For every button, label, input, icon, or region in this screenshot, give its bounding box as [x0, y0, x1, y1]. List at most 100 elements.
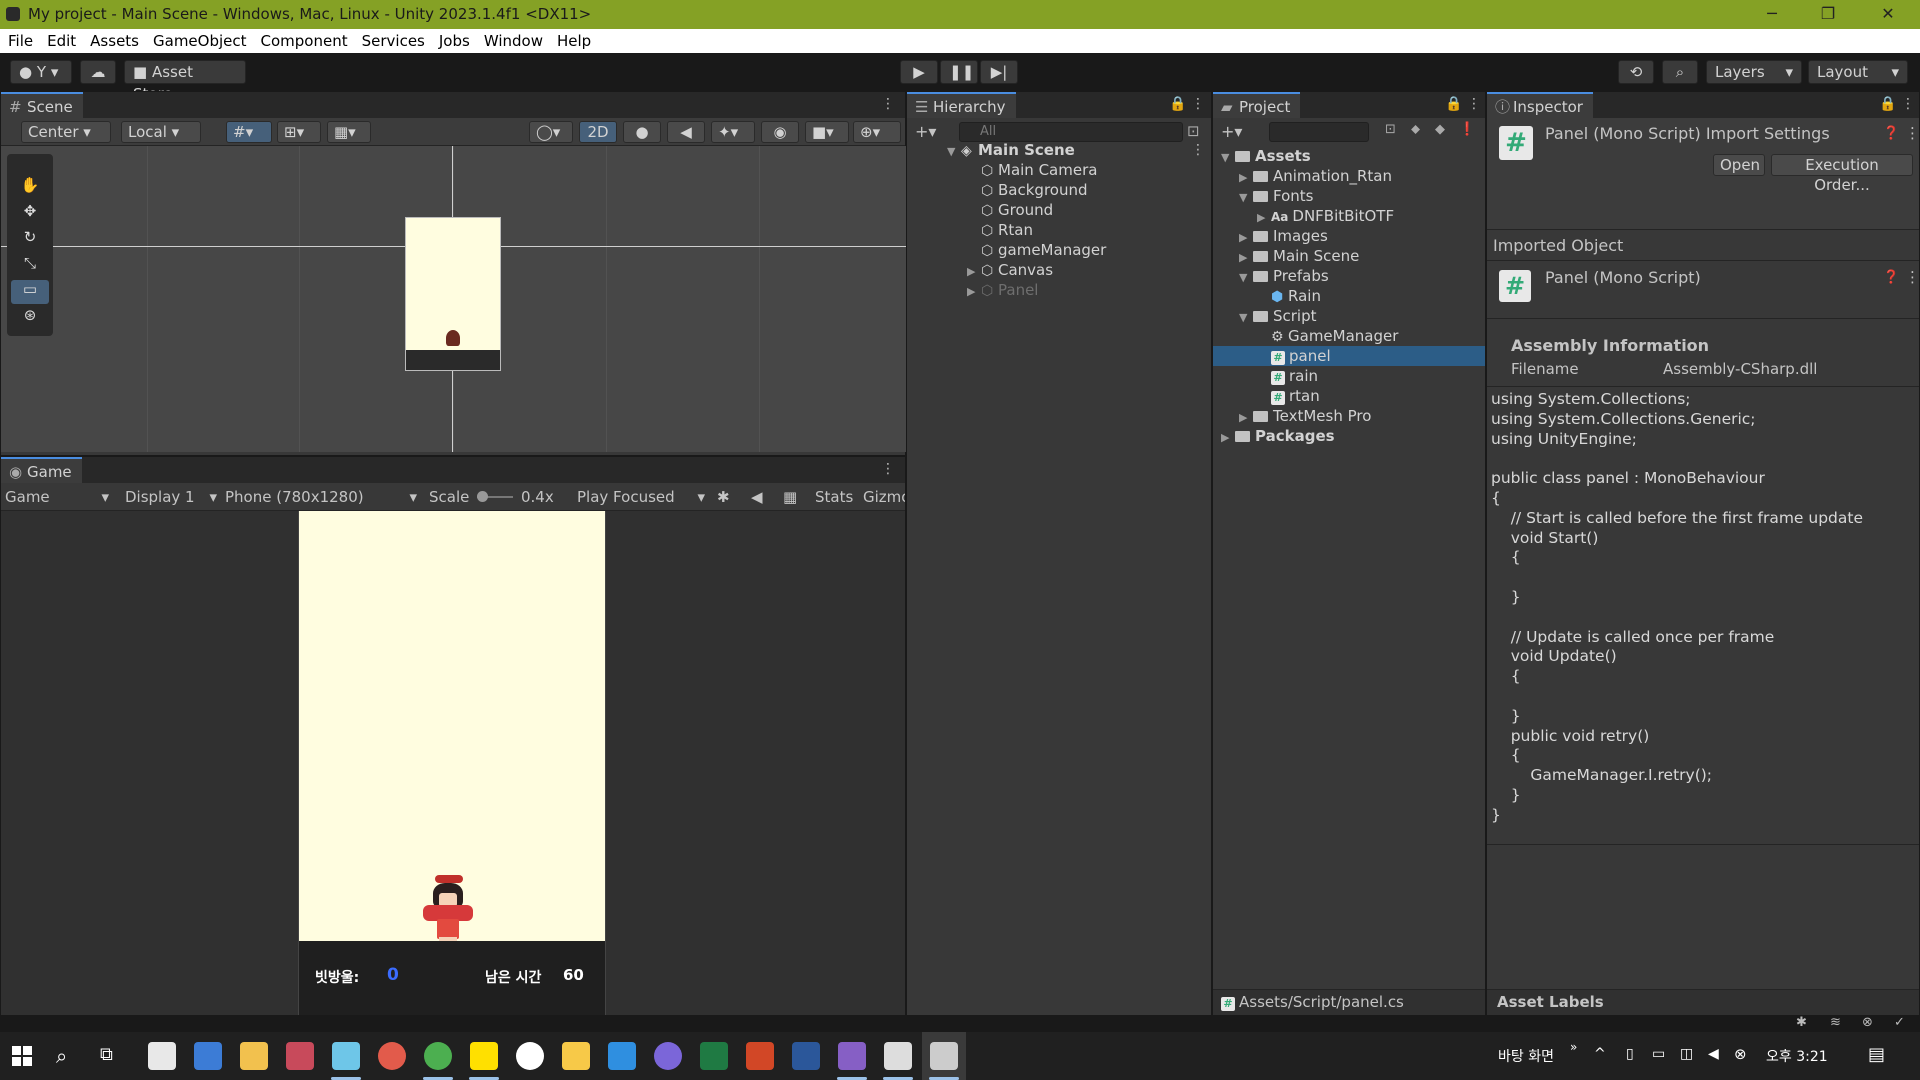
project-search-input[interactable] [1269, 122, 1369, 142]
project-asset[interactable]: # rtan [1271, 386, 1320, 406]
step-button[interactable]: ▶| [980, 60, 1018, 84]
excel-icon[interactable] [700, 1042, 728, 1070]
tab-inspector[interactable]: ⓘ Inspector [1487, 92, 1593, 118]
menu-file[interactable]: File [8, 29, 33, 53]
hand-tool-icon[interactable]: ✋ [11, 176, 49, 200]
scene-root-menu-icon[interactable]: ⋮ [1191, 142, 1205, 158]
visual-studio-icon[interactable] [838, 1042, 866, 1070]
lighting-toggle[interactable]: ● [623, 121, 661, 143]
gizmos-button[interactable]: Gizmo [863, 486, 905, 508]
search-icon[interactable]: ⌕ [56, 1044, 67, 1068]
move-tool-icon[interactable]: ✥ [11, 202, 49, 226]
camera-dropdown[interactable]: ■▾ [805, 121, 849, 143]
file-explorer-icon[interactable] [240, 1042, 268, 1070]
network-icon[interactable]: ⊗ [1862, 1015, 1873, 1030]
pause-button[interactable]: ❚❚ [940, 60, 978, 84]
project-folder[interactable]: ▶ Packages [1221, 426, 1335, 446]
scale-tool-icon[interactable]: ⤡ [11, 254, 49, 278]
execution-order-button[interactable]: Execution Order... [1771, 154, 1913, 194]
hierarchy-search-input[interactable]: All [959, 122, 1183, 142]
display-dropdown[interactable]: Display 1 ▾ [125, 486, 217, 508]
menu-edit[interactable]: Edit [47, 29, 76, 53]
menu-assets[interactable]: Assets [90, 29, 139, 53]
usb-icon[interactable]: ▯ [1626, 1046, 1634, 1062]
ruler-button[interactable]: ▦▾ [327, 121, 371, 143]
warning-icon[interactable]: ❗ [1459, 122, 1475, 137]
filter-icon[interactable]: ⊡ [1187, 122, 1200, 140]
asset-store-dropdown[interactable]: ■ Asset Store ▾ [124, 60, 246, 103]
powerpoint-icon[interactable] [746, 1042, 774, 1070]
project-asset-selected[interactable]: # panel [1213, 346, 1485, 366]
volume-icon[interactable]: ◀ [1708, 1046, 1719, 1062]
cache-icon[interactable]: ≋ [1830, 1015, 1841, 1030]
word-icon[interactable] [792, 1042, 820, 1070]
menu-services[interactable]: Services [362, 29, 425, 53]
grid-snap-button[interactable]: #▾ [226, 121, 272, 143]
app-icon[interactable] [332, 1042, 360, 1070]
sticky-notes-icon[interactable] [562, 1042, 590, 1070]
unity-hub-icon[interactable] [884, 1042, 912, 1070]
audio-toggle[interactable]: ◀ [667, 121, 705, 143]
toolbar-expand-icon[interactable]: » [1570, 1040, 1577, 1054]
scale-slider-handle[interactable] [477, 491, 488, 502]
create-button[interactable]: +▾ [915, 121, 951, 143]
bug-icon[interactable]: ✱ [717, 486, 730, 508]
tab-game[interactable]: ◉ Game [1, 457, 82, 483]
hierarchy-item[interactable]: ⬡ Rtan [981, 220, 1033, 240]
play-mode-dropdown[interactable]: Play Focused ▾ [577, 486, 705, 508]
project-folder[interactable]: ▶ Images [1239, 226, 1328, 246]
hierarchy-item-inactive[interactable]: ▶ ⬡ Panel [967, 280, 1038, 300]
undo-history-button[interactable]: ⟲ [1618, 60, 1654, 84]
app-icon[interactable] [608, 1042, 636, 1070]
filter-label-icon[interactable]: ⬥ [1411, 122, 1420, 137]
app-icon[interactable] [378, 1042, 406, 1070]
header-menu-icon[interactable]: ⋮ [1905, 124, 1920, 142]
project-folder[interactable]: ▼ Assets [1221, 146, 1311, 166]
desktop-toolbar[interactable]: 바탕 화면 [1498, 1046, 1554, 1066]
project-folder[interactable]: ▶ Animation_Rtan [1239, 166, 1392, 186]
notification-icon[interactable]: ▤ [1868, 1044, 1885, 1065]
project-lock-icon[interactable]: 🔒 [1445, 96, 1462, 112]
scene-camera-frame[interactable] [405, 217, 501, 371]
increment-snap-button[interactable]: ⊞▾ [277, 121, 321, 143]
chevron-up-icon[interactable]: ^ [1594, 1046, 1606, 1062]
windows-start-icon[interactable] [12, 1046, 32, 1066]
help-icon[interactable]: ❓ [1883, 126, 1899, 141]
menu-window[interactable]: Window [484, 29, 543, 53]
restore-button[interactable]: ❐ [1806, 2, 1850, 26]
asset-labels-bar[interactable]: Asset Labels [1487, 989, 1919, 1015]
pivot-dropdown[interactable]: Center ▾ [21, 121, 111, 143]
filter-type-icon[interactable]: ⊡ [1385, 122, 1396, 137]
project-folder[interactable]: ▼ Fonts [1239, 186, 1313, 206]
project-folder[interactable]: ▶ Main Scene [1239, 246, 1359, 266]
project-asset[interactable]: ⬢ Rain [1271, 286, 1321, 306]
scene-viewport[interactable] [1, 146, 907, 452]
project-menu-icon[interactable]: ⋮ [1467, 96, 1481, 112]
rect-tool-icon[interactable]: ▭ [11, 280, 49, 304]
scene-menu-icon[interactable]: ⋮ [881, 96, 895, 112]
layout-dropdown[interactable]: Layout ▾ [1808, 60, 1908, 84]
progress-icon[interactable]: ✓ [1894, 1015, 1905, 1030]
hierarchy-item[interactable]: ⬡ Ground [981, 200, 1053, 220]
inspector-menu-icon[interactable]: ⋮ [1901, 96, 1915, 112]
game-viewport[interactable]: 빗방울: 0 남은 시간 60 [1, 511, 905, 1015]
resolution-dropdown[interactable]: Phone (780x1280) ▾ [225, 486, 417, 508]
rotate-tool-icon[interactable]: ↻ [11, 228, 49, 252]
lock-icon[interactable]: 🔒 [1169, 96, 1186, 112]
menu-jobs[interactable]: Jobs [439, 29, 470, 53]
hierarchy-item[interactable]: ⬡ Background [981, 180, 1088, 200]
tab-project[interactable]: ▰ Project [1213, 92, 1301, 118]
project-asset[interactable]: ▶ Aa DNFBitBitOTF [1257, 206, 1394, 226]
search-button[interactable]: ⌕ [1662, 60, 1698, 84]
tab-hierarchy[interactable]: ☰ Hierarchy [907, 92, 1016, 118]
task-view-icon[interactable]: ⧉ [100, 1044, 113, 1065]
menu-help[interactable]: Help [557, 29, 591, 53]
mute-icon[interactable]: ◀ [751, 486, 763, 508]
minimize-button[interactable]: ─ [1750, 2, 1794, 26]
project-create-button[interactable]: +▾ [1221, 121, 1242, 143]
open-button[interactable]: Open [1713, 154, 1765, 176]
stats-button[interactable]: Stats [815, 486, 853, 508]
gizmos-dropdown[interactable]: ⊕▾ [853, 121, 901, 143]
layers-dropdown[interactable]: Layers ▾ [1706, 60, 1802, 84]
project-folder[interactable]: ▼ Script [1239, 306, 1317, 326]
